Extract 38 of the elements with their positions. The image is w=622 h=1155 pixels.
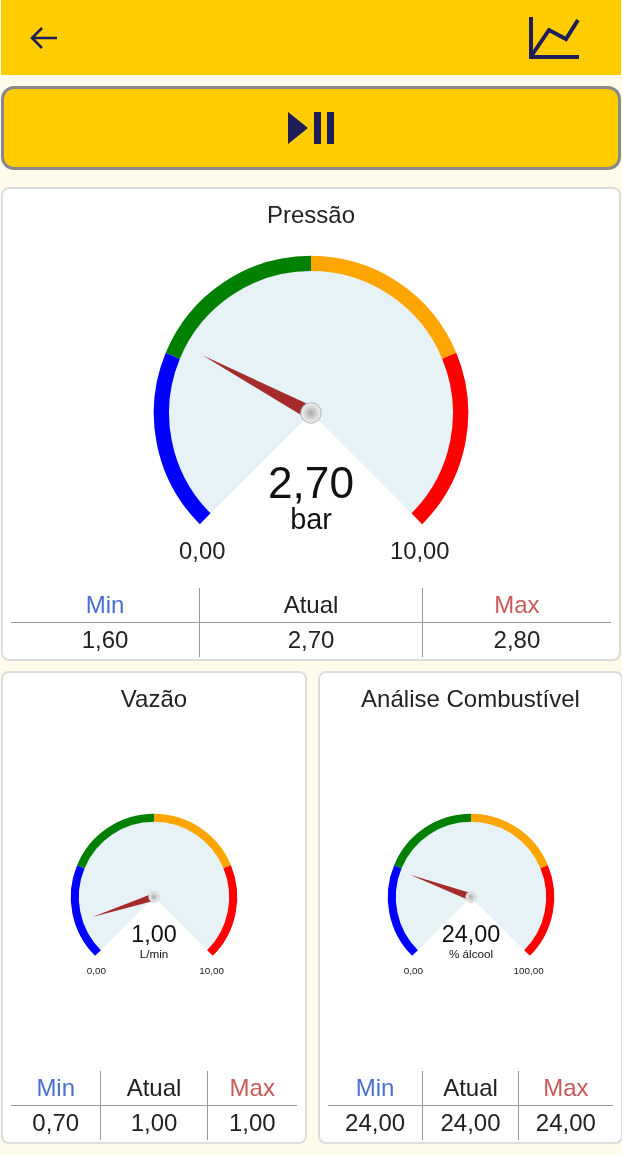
stat-label: Min [328, 1071, 423, 1106]
gauge-title: Análise Combustível [361, 685, 580, 713]
stat-label: Min [11, 1071, 101, 1106]
gauge-unit: % álcool [448, 946, 493, 960]
stat-label: Atual [100, 1071, 208, 1106]
stat-value: 1,00 [207, 1105, 297, 1140]
gauge-title: Vazão [120, 685, 188, 713]
needle-hub [300, 402, 322, 424]
gauge-reading: 1,00 [131, 920, 177, 947]
needle-hub [148, 890, 160, 903]
stat-value: 1,00 [100, 1105, 208, 1140]
stat-label: Max [422, 588, 611, 623]
stat-value: 24,00 [328, 1105, 423, 1140]
stat-value: 2,80 [422, 622, 611, 657]
gauge-title: Pressão [266, 201, 355, 229]
scale-max-label: 10,00 [199, 964, 224, 976]
gauge-unit: L/min [139, 946, 169, 960]
back-icon[interactable] [29, 24, 59, 51]
stat-value: 1,60 [11, 622, 200, 657]
stat-value: 0,70 [11, 1105, 101, 1140]
line-chart-icon[interactable] [529, 16, 581, 59]
scale-min-label: 0,00 [403, 964, 423, 976]
stat-value: 24,00 [518, 1105, 613, 1140]
scale-max-label: 100,00 [513, 964, 544, 976]
scale-max-label: 10,00 [390, 537, 450, 565]
stat-label: Min [11, 588, 200, 623]
needle-hub [464, 890, 477, 903]
scale-min-label: 0,00 [179, 537, 226, 565]
stat-label: Max [207, 1071, 297, 1106]
gauge-reading: 24,00 [441, 920, 500, 947]
stat-value: 24,00 [422, 1105, 519, 1140]
stat-label: Max [518, 1071, 613, 1106]
scale-min-label: 0,00 [86, 964, 106, 976]
stat-label: Atual [422, 1071, 519, 1106]
gauge-reading: 2,70 [268, 458, 354, 507]
play-pause-icon [288, 112, 334, 144]
stat-value: 2,70 [199, 622, 423, 657]
stat-label: Atual [199, 588, 423, 623]
